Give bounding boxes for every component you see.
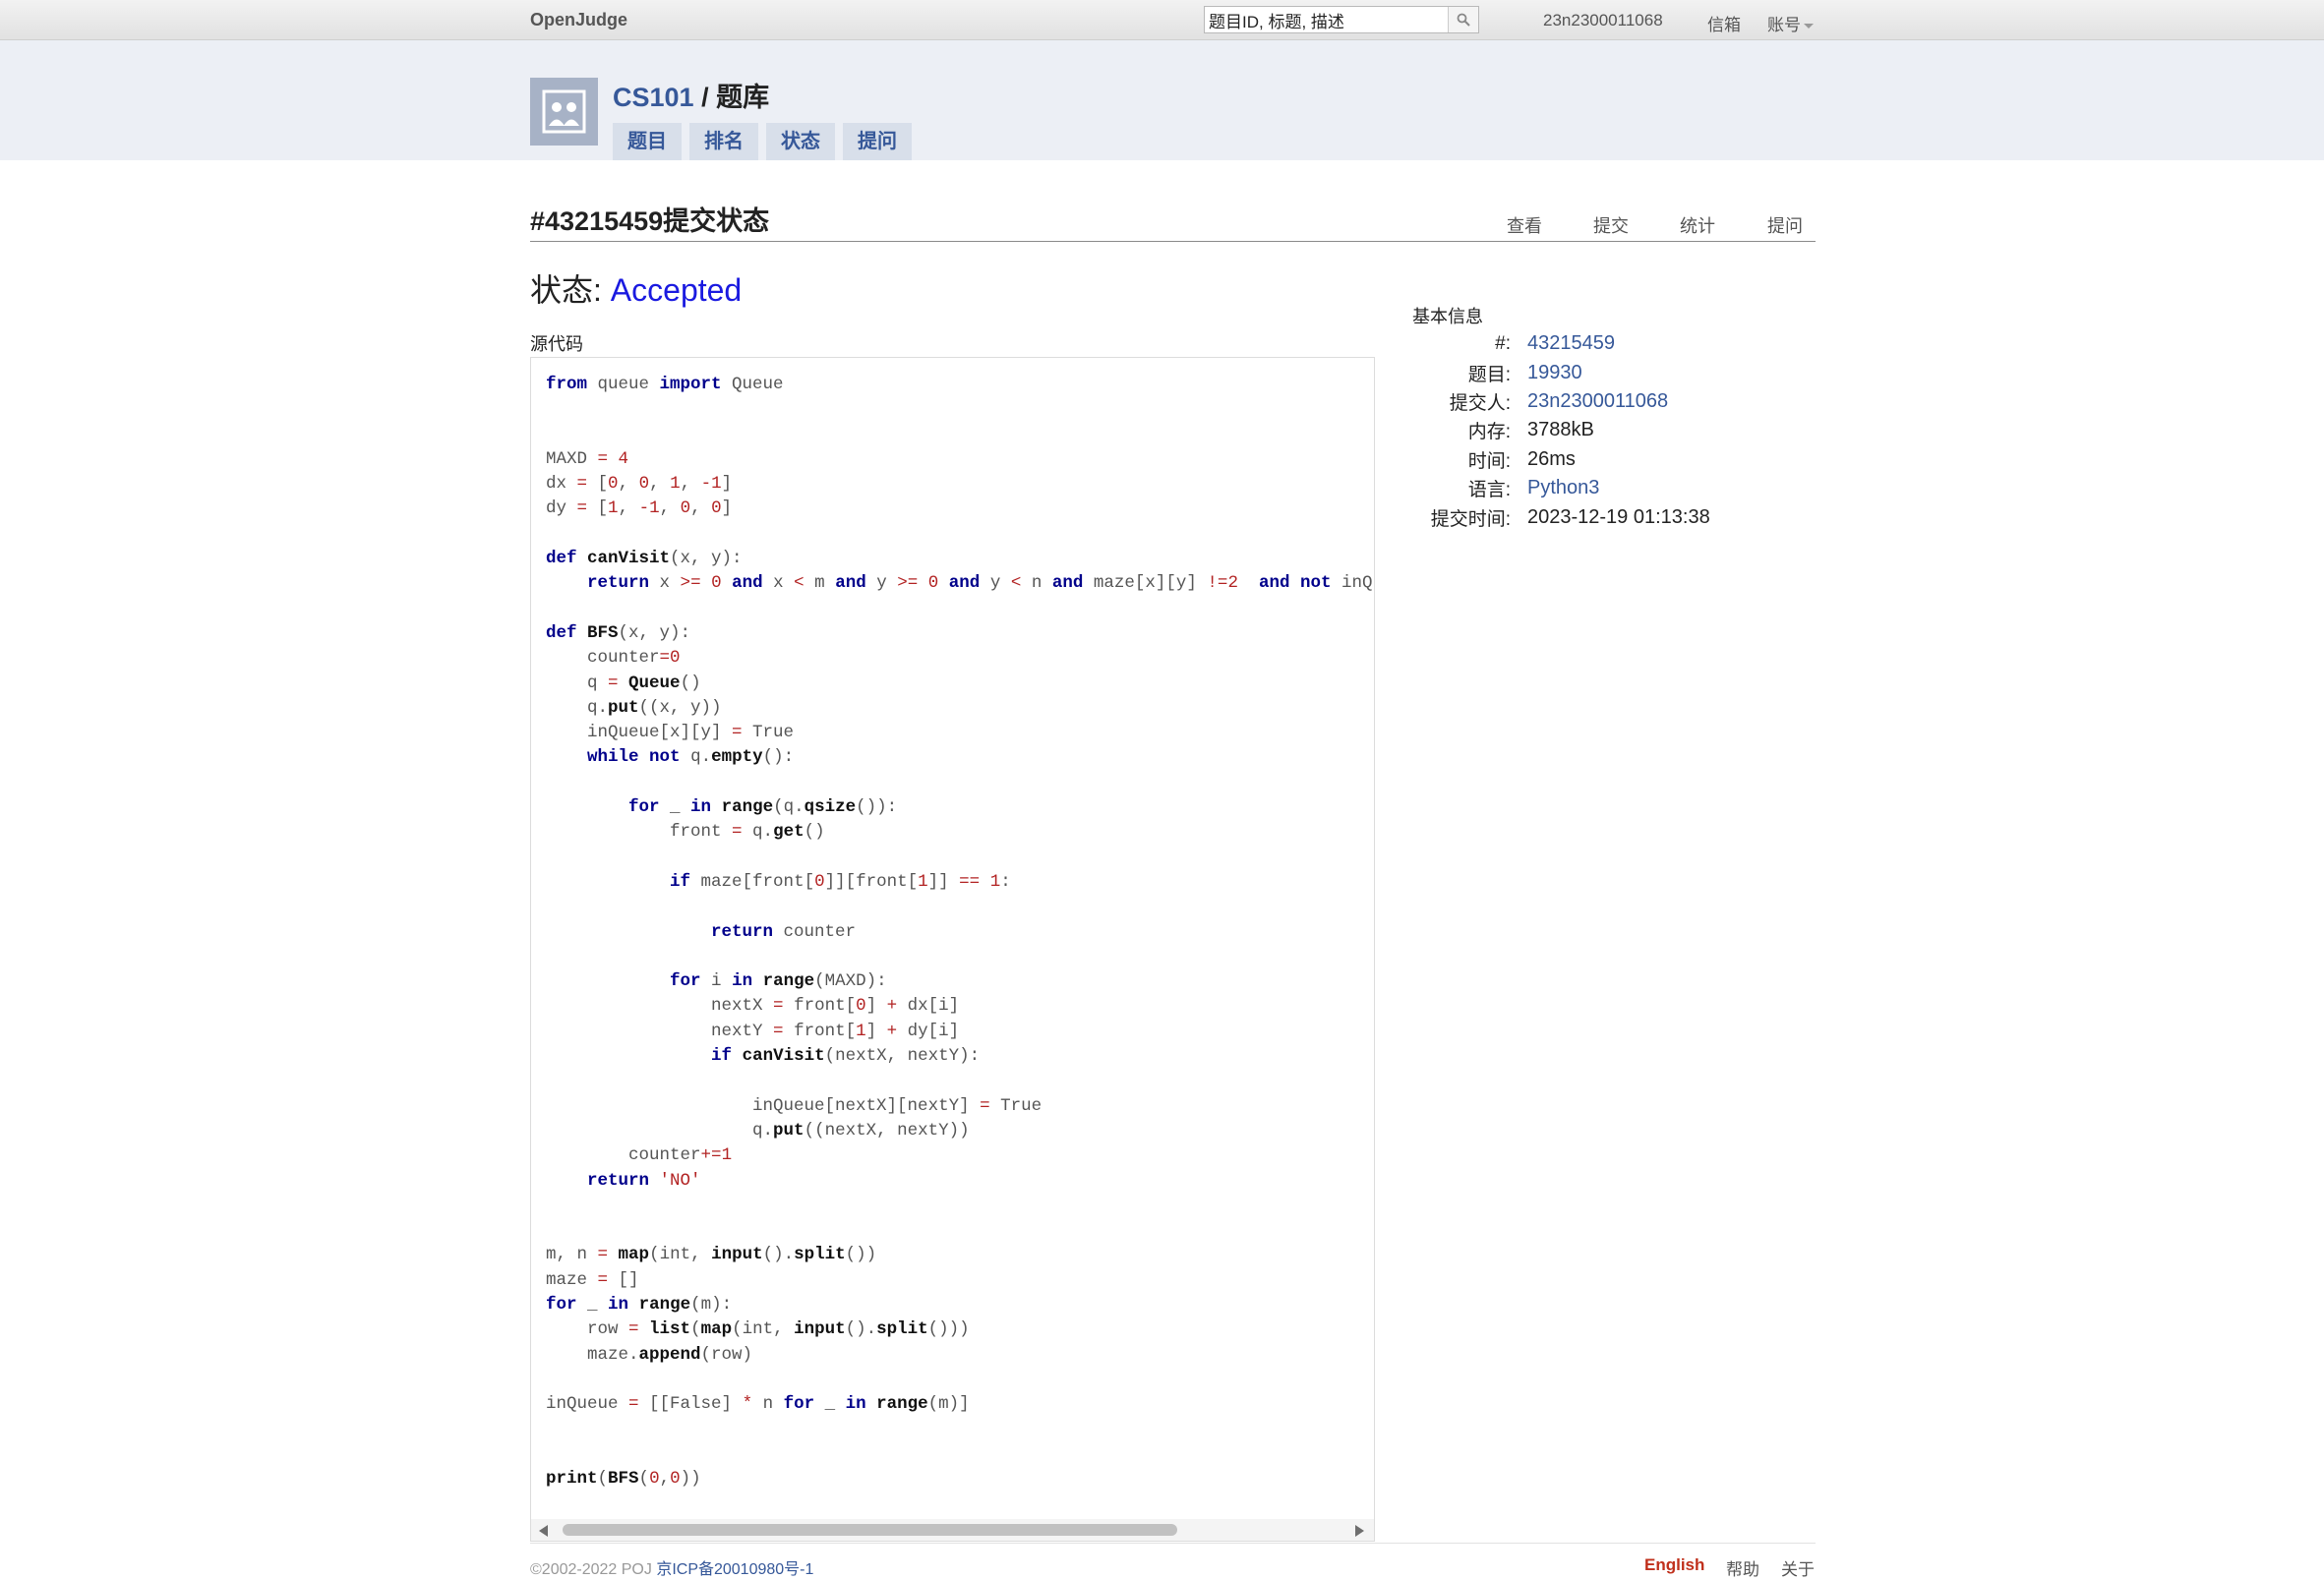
- about-link[interactable]: 关于: [1781, 1555, 1815, 1580]
- group-icon: [542, 89, 586, 134]
- brand-logo[interactable]: OpenJudge: [530, 10, 627, 30]
- group-avatar[interactable]: [530, 78, 598, 146]
- info-key: 语言:: [1467, 480, 1511, 501]
- tab-problems[interactable]: 题目: [613, 123, 682, 160]
- info-row-language: 语言: Python3: [1412, 474, 1710, 502]
- search-icon: [1457, 13, 1470, 27]
- language-english-link[interactable]: English: [1644, 1555, 1704, 1575]
- basic-info-heading: 基本信息: [1412, 307, 1483, 326]
- info-key: 提交人:: [1449, 392, 1511, 414]
- time-value: 26ms: [1527, 447, 1576, 470]
- submit-time-value: 2023-12-19 01:13:38: [1527, 505, 1710, 528]
- account-menu[interactable]: 账号: [1767, 11, 1814, 35]
- chevron-down-icon: [1804, 24, 1814, 29]
- source-code-label: 源代码: [530, 334, 583, 354]
- info-row-problem: 题目: 19930: [1412, 358, 1710, 386]
- title-separator: /: [693, 83, 717, 112]
- problem-link[interactable]: 19930: [1527, 362, 1582, 384]
- account-label: 账号: [1767, 16, 1801, 34]
- view-link[interactable]: 查看: [1507, 212, 1542, 238]
- info-row-memory: 内存: 3788kB: [1412, 416, 1710, 444]
- status-line: 状态: Accepted: [530, 265, 742, 311]
- statistics-link[interactable]: 统计: [1680, 212, 1715, 238]
- copyright: ©2002-2022 POJ 京ICP备20010980号-1: [530, 1555, 813, 1579]
- section-name: 题库: [716, 83, 770, 112]
- source-code: from queue import Queue MAXD = 4 dx = [0…: [546, 375, 1374, 1490]
- info-row-id: #: 43215459: [1412, 329, 1710, 358]
- source-code-panel[interactable]: from queue import Queue MAXD = 4 dx = [0…: [530, 357, 1375, 1542]
- user-link[interactable]: 23n2300011068: [1543, 11, 1663, 30]
- scroll-right-icon[interactable]: [1355, 1525, 1364, 1537]
- page-title: #43215459提交状态: [530, 206, 770, 236]
- footer-divider: [530, 1543, 1816, 1544]
- title-divider: [530, 241, 1816, 242]
- memory-value: 3788kB: [1527, 419, 1594, 441]
- group-header: [0, 40, 2324, 160]
- status-value: Accepted: [610, 272, 743, 308]
- info-key: 题目:: [1467, 364, 1511, 385]
- info-row-submit-time: 提交时间: 2023-12-19 01:13:38: [1412, 502, 1710, 531]
- search-box: [1204, 6, 1479, 33]
- basic-info-table: #: 43215459 题目: 19930 提交人: 23n2300011068…: [1412, 329, 1710, 532]
- icp-link[interactable]: 京ICP备20010980号-1: [656, 1561, 813, 1578]
- group-title: CS101 / 题库: [613, 76, 769, 114]
- status-label: 状态:: [530, 272, 611, 308]
- tab-questions[interactable]: 提问: [843, 123, 912, 160]
- language-link[interactable]: Python3: [1527, 477, 1599, 499]
- info-key: 提交时间:: [1430, 508, 1511, 530]
- tab-ranking[interactable]: 排名: [689, 123, 758, 160]
- search-button[interactable]: [1448, 7, 1478, 32]
- info-row-submitter: 提交人: 23n2300011068: [1412, 387, 1710, 416]
- info-key: 时间:: [1467, 450, 1511, 472]
- info-row-time: 时间: 26ms: [1412, 445, 1710, 474]
- ask-link[interactable]: 提问: [1767, 212, 1803, 238]
- submission-id-link[interactable]: 43215459: [1527, 332, 1615, 355]
- horizontal-scrollbar[interactable]: [531, 1519, 1374, 1541]
- submit-link[interactable]: 提交: [1593, 212, 1629, 238]
- info-key: #:: [1495, 332, 1511, 354]
- search-input[interactable]: [1205, 7, 1449, 32]
- scrollbar-thumb[interactable]: [563, 1524, 1177, 1536]
- submitter-link[interactable]: 23n2300011068: [1527, 390, 1668, 413]
- scroll-left-icon[interactable]: [539, 1525, 548, 1537]
- tab-status[interactable]: 状态: [766, 123, 835, 160]
- mailbox-link[interactable]: 信箱: [1707, 11, 1741, 35]
- help-link[interactable]: 帮助: [1726, 1555, 1759, 1580]
- info-key: 内存:: [1467, 422, 1511, 443]
- group-name-link[interactable]: CS101: [613, 83, 694, 112]
- top-navbar: OpenJudge 23n2300011068 信箱 账号: [0, 0, 2324, 40]
- copyright-text: ©2002-2022 POJ: [530, 1561, 657, 1578]
- group-tabs: 题目 排名 状态 提问: [613, 123, 912, 160]
